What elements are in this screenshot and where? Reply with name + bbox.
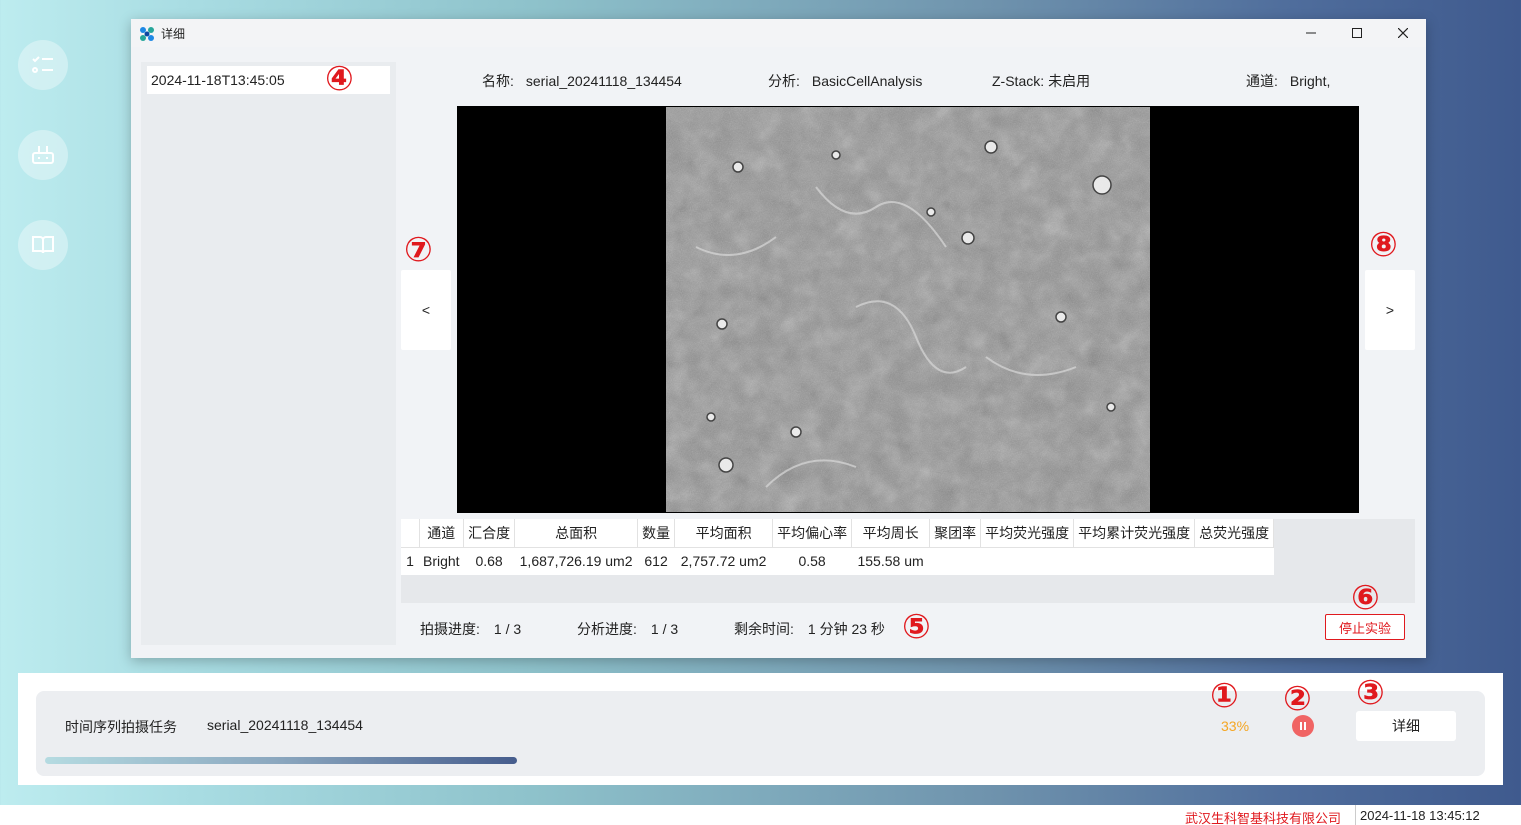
table-cell: Bright xyxy=(423,553,460,570)
table-cell: 2,757.72 um2 xyxy=(680,553,767,570)
annotation-3: ③ xyxy=(1356,673,1385,713)
cell-image-render xyxy=(666,107,1150,512)
table-header: 数量 xyxy=(637,519,676,548)
minimize-icon xyxy=(1306,32,1316,34)
app-logo-icon xyxy=(140,27,154,41)
rail-device-button[interactable] xyxy=(18,130,68,180)
task-progress-bar xyxy=(45,757,517,764)
table-cell: 0.68 xyxy=(475,553,503,570)
remaining-time-value: 1 分钟 23 秒 xyxy=(807,621,885,637)
task-name: serial_20241118_134454 xyxy=(207,717,363,733)
maximize-button[interactable] xyxy=(1334,19,1380,47)
rail-book-button[interactable] xyxy=(18,220,68,270)
table-cell: 1 xyxy=(406,553,414,570)
task-card: 时间序列拍摄任务 serial_20241118_134454 33% 详细 xyxy=(36,691,1485,776)
table-cell: 155.58 um xyxy=(857,553,924,570)
meta-name-label: 名称: xyxy=(482,73,514,89)
meta-analysis: 分析: BasicCellAnalysis xyxy=(768,71,922,91)
meta-zstack: Z-Stack: 未启用 xyxy=(992,71,1090,91)
analysis-progress-label: 分析进度: xyxy=(577,621,637,637)
annotation-2: ② xyxy=(1283,679,1312,719)
tasks-icon xyxy=(32,56,53,73)
image-viewer[interactable] xyxy=(457,106,1359,513)
annotation-1: ① xyxy=(1210,676,1239,716)
table-header: 平均面积 xyxy=(674,519,774,548)
device-icon xyxy=(32,146,54,164)
cell-image xyxy=(666,107,1150,512)
table-header: 总荧光强度 xyxy=(1194,519,1275,548)
table-cell xyxy=(930,547,981,575)
next-image-button[interactable]: > xyxy=(1365,270,1415,350)
book-icon xyxy=(32,236,54,254)
meta-analysis-label: 分析: xyxy=(768,73,800,89)
remaining-time: 剩余时间: 1 分钟 23 秒 xyxy=(734,619,885,639)
table-cell xyxy=(981,547,1074,575)
analysis-progress: 分析进度: 1 / 3 xyxy=(577,619,678,639)
meta-name-value: serial_20241118_134454 xyxy=(525,73,682,89)
capture-progress-label: 拍摄进度: xyxy=(420,621,480,637)
capture-progress-value: 1 / 3 xyxy=(493,621,522,637)
meta-analysis-value: BasicCellAnalysis xyxy=(811,73,923,89)
table-header: 平均偏心率 xyxy=(772,519,853,548)
annotation-8: ⑧ xyxy=(1369,225,1398,265)
detail-button[interactable]: 详细 xyxy=(1356,711,1456,741)
company-name: 武汉生科智基科技有限公司 xyxy=(1185,811,1342,825)
meta-name: 名称: serial_20241118_134454 xyxy=(482,71,682,91)
detail-dialog: 详细 2024-11-18T13:45:05 名称: serial_2024111… xyxy=(131,19,1426,658)
table-header: 汇合度 xyxy=(463,519,516,548)
remaining-time-label: 剩余时间: xyxy=(734,621,794,637)
annotation-6: ⑥ xyxy=(1351,578,1380,618)
footer-divider xyxy=(1355,805,1356,825)
table-header: 通道 xyxy=(419,519,465,548)
window-title: 详细 xyxy=(161,27,186,41)
maximize-icon xyxy=(1352,28,1362,38)
status-footer: 武汉生科智基科技有限公司 2024-11-18 13:45:12 xyxy=(0,805,1521,825)
results-table: 通道 汇合度 总面积 数量 平均面积 平均偏心率 平均周长 聚团率 平均荧光强度… xyxy=(401,519,1275,575)
table-cell xyxy=(1195,547,1274,575)
table-cell xyxy=(1074,547,1195,575)
rail-tasks-button[interactable] xyxy=(18,40,68,90)
table-header xyxy=(401,519,420,548)
close-button[interactable] xyxy=(1380,19,1426,47)
analysis-progress-value: 1 / 3 xyxy=(650,621,679,637)
task-type-label: 时间序列拍摄任务 xyxy=(65,719,177,735)
table-row[interactable]: 1 Bright 0.68 1,687,726.19 um2 612 2,757… xyxy=(401,547,1274,575)
task-percent: 33% xyxy=(1221,718,1250,734)
table-header: 聚团率 xyxy=(929,519,982,548)
title-bar: 详细 xyxy=(131,19,1426,47)
prev-image-button[interactable]: < xyxy=(401,270,451,350)
table-header: 平均累计荧光强度 xyxy=(1073,519,1196,548)
task-panel: 时间序列拍摄任务 serial_20241118_134454 33% 详细 xyxy=(18,673,1503,785)
meta-channel-value: Bright, xyxy=(1289,73,1331,89)
table-header-row: 通道 汇合度 总面积 数量 平均面积 平均偏心率 平均周长 聚团率 平均荧光强度… xyxy=(401,519,1275,548)
table-header: 平均荧光强度 xyxy=(980,519,1075,548)
table-cell: 612 xyxy=(644,553,668,570)
clock: 2024-11-18 13:45:12 xyxy=(1360,808,1480,823)
minimize-button[interactable] xyxy=(1288,19,1334,47)
meta-zstack-value: 未启用 xyxy=(1048,73,1091,89)
timepoint-list: 2024-11-18T13:45:05 xyxy=(141,62,396,645)
annotation-5: ⑤ xyxy=(902,607,931,647)
table-header: 平均周长 xyxy=(851,519,931,548)
pause-icon xyxy=(1300,722,1306,730)
table-header: 总面积 xyxy=(514,519,639,548)
results-table-area: 通道 汇合度 总面积 数量 平均面积 平均偏心率 平均周长 聚团率 平均荧光强度… xyxy=(401,519,1415,603)
capture-progress: 拍摄进度: 1 / 3 xyxy=(420,619,521,639)
annotation-4: ④ xyxy=(325,59,354,99)
meta-channel: 通道: Bright, xyxy=(1246,71,1330,91)
annotation-7: ⑦ xyxy=(404,230,433,270)
meta-channel-label: 通道: xyxy=(1246,73,1278,89)
table-cell: 1,687,726.19 um2 xyxy=(519,553,633,570)
meta-zstack-label: Z-Stack: xyxy=(992,73,1045,89)
table-cell: 0.58 xyxy=(798,553,826,570)
close-icon xyxy=(1398,28,1408,38)
